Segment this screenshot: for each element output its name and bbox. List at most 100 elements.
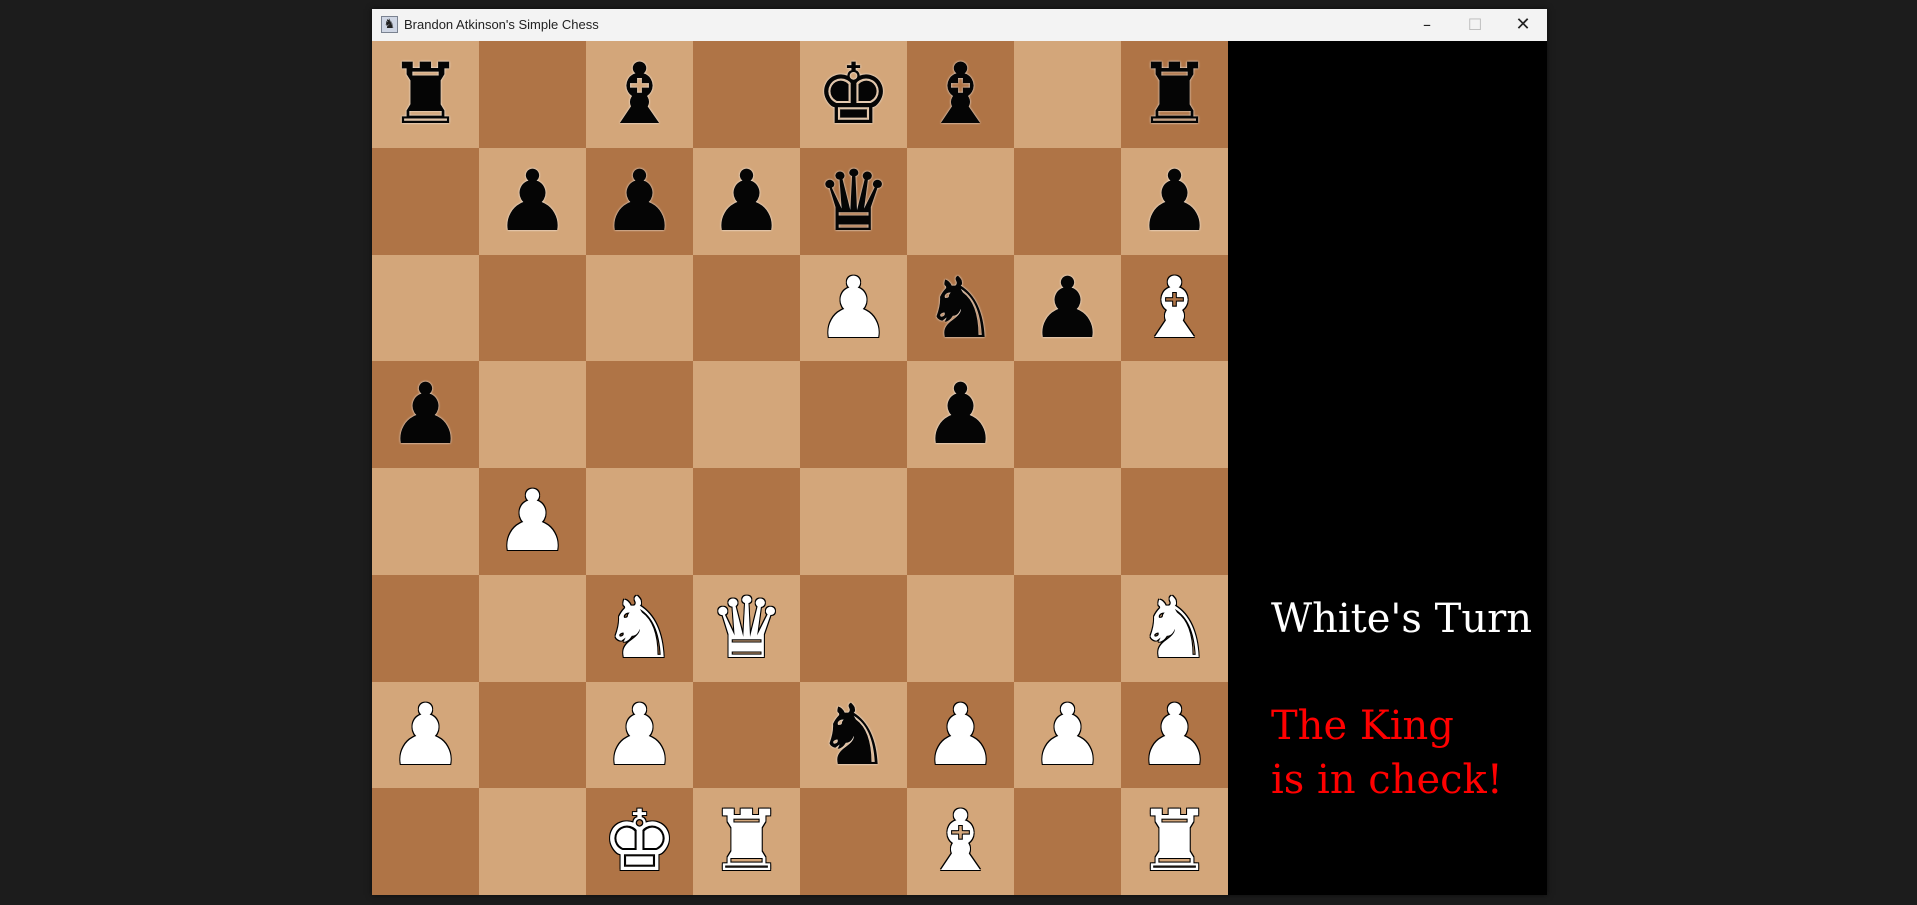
square-f8[interactable]: ♝ xyxy=(907,41,1014,148)
black-pawn-icon[interactable]: ♟ xyxy=(693,148,800,255)
minimize-button[interactable]: – xyxy=(1403,9,1451,41)
white-knight-icon[interactable]: ♞ xyxy=(586,575,693,682)
square-b7[interactable]: ♟ xyxy=(479,147,586,255)
square-c2[interactable]: ♟ xyxy=(586,681,693,789)
white-king-icon[interactable]: ♚ xyxy=(586,788,693,895)
black-bishop-icon[interactable]: ♝ xyxy=(586,41,693,148)
black-knight-icon[interactable]: ♞ xyxy=(907,255,1014,362)
square-c6[interactable] xyxy=(586,254,693,362)
square-b4[interactable]: ♟ xyxy=(479,468,586,575)
square-h6[interactable]: ♝ xyxy=(1121,254,1228,362)
white-pawn-icon[interactable]: ♟ xyxy=(586,682,693,789)
close-button[interactable]: ✕ xyxy=(1499,9,1547,41)
square-a4[interactable] xyxy=(372,468,479,575)
black-pawn-icon[interactable]: ♟ xyxy=(586,148,693,255)
square-b5[interactable] xyxy=(479,361,586,468)
square-a6[interactable] xyxy=(372,254,479,362)
white-pawn-icon[interactable]: ♟ xyxy=(372,682,479,789)
square-a8[interactable]: ♜ xyxy=(372,41,479,148)
square-b2[interactable] xyxy=(479,681,586,789)
square-e1[interactable] xyxy=(800,788,907,895)
square-b8[interactable] xyxy=(479,41,586,148)
black-queen-icon[interactable]: ♛ xyxy=(800,148,907,255)
square-f7[interactable] xyxy=(907,147,1014,255)
square-g4[interactable] xyxy=(1014,468,1121,575)
square-h2[interactable]: ♟ xyxy=(1121,681,1228,789)
square-b6[interactable] xyxy=(479,254,586,362)
white-knight-icon[interactable]: ♞ xyxy=(1121,575,1228,682)
square-e2[interactable]: ♞ xyxy=(800,681,907,789)
square-c4[interactable] xyxy=(586,468,693,575)
black-pawn-icon[interactable]: ♟ xyxy=(372,361,479,468)
square-e8[interactable]: ♚ xyxy=(800,41,907,148)
square-g7[interactable] xyxy=(1014,147,1121,255)
square-e3[interactable] xyxy=(800,574,907,682)
black-rook-icon[interactable]: ♜ xyxy=(372,41,479,148)
white-bishop-icon[interactable]: ♝ xyxy=(907,788,1014,895)
square-d8[interactable] xyxy=(693,41,800,148)
square-e4[interactable] xyxy=(800,468,907,575)
square-d5[interactable] xyxy=(693,361,800,468)
square-f2[interactable]: ♟ xyxy=(907,681,1014,789)
square-b3[interactable] xyxy=(479,574,586,682)
square-a7[interactable] xyxy=(372,147,479,255)
square-d7[interactable]: ♟ xyxy=(693,147,800,255)
square-h5[interactable] xyxy=(1121,361,1228,468)
white-pawn-icon[interactable]: ♟ xyxy=(800,255,907,362)
square-d6[interactable] xyxy=(693,254,800,362)
white-pawn-icon[interactable]: ♟ xyxy=(907,682,1014,789)
black-knight-icon[interactable]: ♞ xyxy=(800,682,907,789)
square-g1[interactable] xyxy=(1014,788,1121,895)
square-g5[interactable] xyxy=(1014,361,1121,468)
square-a3[interactable] xyxy=(372,574,479,682)
black-bishop-icon[interactable]: ♝ xyxy=(907,41,1014,148)
chess-board[interactable]: ♜ ♝ ♚ ♝ ♜ ♟ ♟ ♟ ♛ ♟ ♟ ♞ ♟ ♝ ♟ ♟ ♟ ♞ ♛ ♞ ♟ ♟ ♞ ♟ ♟ ♟ ♚ ♜ ♝ ♜ xyxy=(372,41,1228,895)
square-c1[interactable]: ♚ xyxy=(586,788,693,895)
white-pawn-icon[interactable]: ♟ xyxy=(1014,682,1121,789)
square-a2[interactable]: ♟ xyxy=(372,681,479,789)
square-c8[interactable]: ♝ xyxy=(586,41,693,148)
square-c5[interactable] xyxy=(586,361,693,468)
square-d3[interactable]: ♛ xyxy=(693,574,800,682)
white-rook-icon[interactable]: ♜ xyxy=(693,788,800,895)
square-c3[interactable]: ♞ xyxy=(586,574,693,682)
black-pawn-icon[interactable]: ♟ xyxy=(907,361,1014,468)
black-rook-icon[interactable]: ♜ xyxy=(1121,41,1228,148)
square-e6[interactable]: ♟ xyxy=(800,254,907,362)
white-pawn-icon[interactable]: ♟ xyxy=(1121,682,1228,789)
title-bar[interactable]: ♞ Brandon Atkinson's Simple Chess – ☐ ✕ xyxy=(372,9,1547,41)
square-g6[interactable]: ♟ xyxy=(1014,254,1121,362)
white-pawn-icon[interactable]: ♟ xyxy=(479,468,586,575)
square-f3[interactable] xyxy=(907,574,1014,682)
black-pawn-icon[interactable]: ♟ xyxy=(1014,255,1121,362)
square-f6[interactable]: ♞ xyxy=(907,254,1014,362)
square-d2[interactable] xyxy=(693,681,800,789)
square-f5[interactable]: ♟ xyxy=(907,361,1014,468)
white-rook-icon[interactable]: ♜ xyxy=(1121,788,1228,895)
square-e7[interactable]: ♛ xyxy=(800,147,907,255)
square-b1[interactable] xyxy=(479,788,586,895)
black-pawn-icon[interactable]: ♟ xyxy=(479,148,586,255)
square-g3[interactable] xyxy=(1014,574,1121,682)
white-bishop-icon[interactable]: ♝ xyxy=(1121,255,1228,362)
square-h7[interactable]: ♟ xyxy=(1121,147,1228,255)
square-f4[interactable] xyxy=(907,468,1014,575)
square-a5[interactable]: ♟ xyxy=(372,361,479,468)
square-h1[interactable]: ♜ xyxy=(1121,788,1228,895)
black-king-icon[interactable]: ♚ xyxy=(800,41,907,148)
app-window: ♞ Brandon Atkinson's Simple Chess – ☐ ✕ … xyxy=(372,9,1547,895)
square-e5[interactable] xyxy=(800,361,907,468)
maximize-button[interactable]: ☐ xyxy=(1451,9,1499,41)
square-d4[interactable] xyxy=(693,468,800,575)
square-h3[interactable]: ♞ xyxy=(1121,574,1228,682)
square-a1[interactable] xyxy=(372,788,479,895)
square-h4[interactable] xyxy=(1121,468,1228,575)
square-c7[interactable]: ♟ xyxy=(586,147,693,255)
square-g2[interactable]: ♟ xyxy=(1014,681,1121,789)
square-f1[interactable]: ♝ xyxy=(907,788,1014,895)
black-pawn-icon[interactable]: ♟ xyxy=(1121,148,1228,255)
square-g8[interactable] xyxy=(1014,41,1121,148)
square-h8[interactable]: ♜ xyxy=(1121,41,1228,148)
square-d1[interactable]: ♜ xyxy=(693,788,800,895)
white-queen-icon[interactable]: ♛ xyxy=(693,575,800,682)
